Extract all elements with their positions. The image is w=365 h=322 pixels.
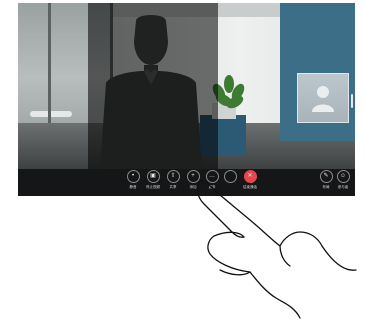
pointing-hand-illustration (196, 179, 357, 319)
